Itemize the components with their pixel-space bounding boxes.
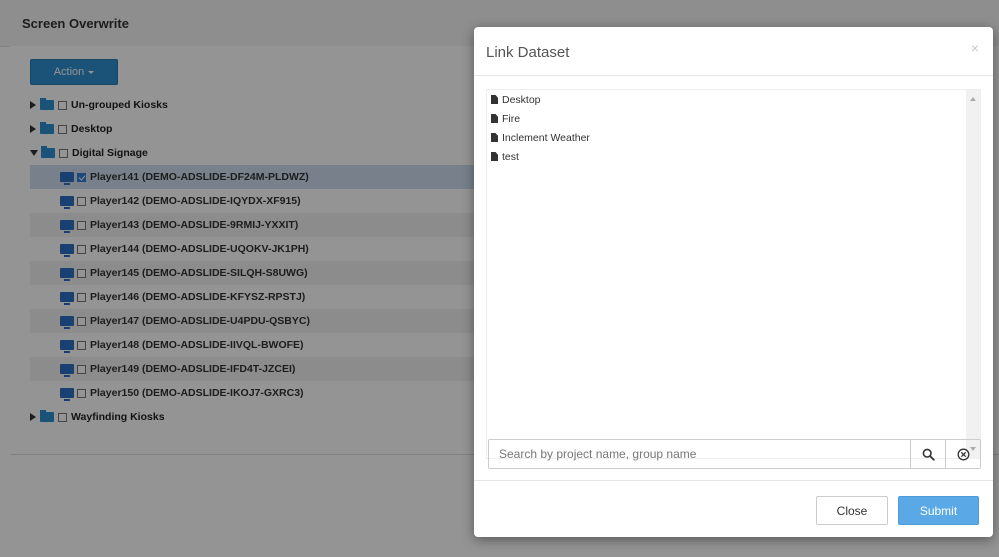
modal-title: Link Dataset bbox=[486, 44, 570, 61]
clear-search-button[interactable] bbox=[945, 440, 980, 468]
modal-header: Link Dataset × bbox=[474, 27, 993, 76]
dataset-item-fire[interactable]: Fire bbox=[487, 109, 980, 128]
dataset-item-inclement-weather[interactable]: Inclement Weather bbox=[487, 128, 980, 147]
file-icon bbox=[491, 133, 498, 142]
dataset-label: Fire bbox=[502, 112, 521, 125]
dataset-list-scrollbar[interactable] bbox=[966, 90, 980, 458]
search-icon bbox=[922, 448, 935, 461]
file-icon bbox=[491, 114, 498, 123]
dataset-item-test[interactable]: test bbox=[487, 147, 980, 166]
dataset-label: Desktop bbox=[502, 93, 541, 106]
search-button[interactable] bbox=[910, 440, 945, 468]
close-button[interactable]: Close bbox=[816, 496, 888, 525]
dataset-item-desktop[interactable]: Desktop bbox=[487, 90, 980, 109]
file-icon bbox=[491, 95, 498, 104]
dataset-label: Inclement Weather bbox=[502, 131, 590, 144]
link-dataset-modal: Link Dataset × Desktop Fire Inclement We… bbox=[474, 27, 993, 537]
file-icon bbox=[491, 152, 498, 161]
submit-button[interactable]: Submit bbox=[898, 496, 979, 525]
clear-circle-icon bbox=[957, 448, 969, 460]
dataset-search-input[interactable] bbox=[489, 440, 910, 468]
close-icon[interactable]: × bbox=[971, 40, 979, 56]
dataset-list: Desktop Fire Inclement Weather test bbox=[486, 89, 981, 459]
dataset-label: test bbox=[502, 150, 519, 163]
modal-footer: Close Submit bbox=[474, 480, 993, 538]
scroll-up-arrow-icon[interactable] bbox=[970, 97, 976, 101]
dataset-search-group bbox=[488, 439, 981, 469]
